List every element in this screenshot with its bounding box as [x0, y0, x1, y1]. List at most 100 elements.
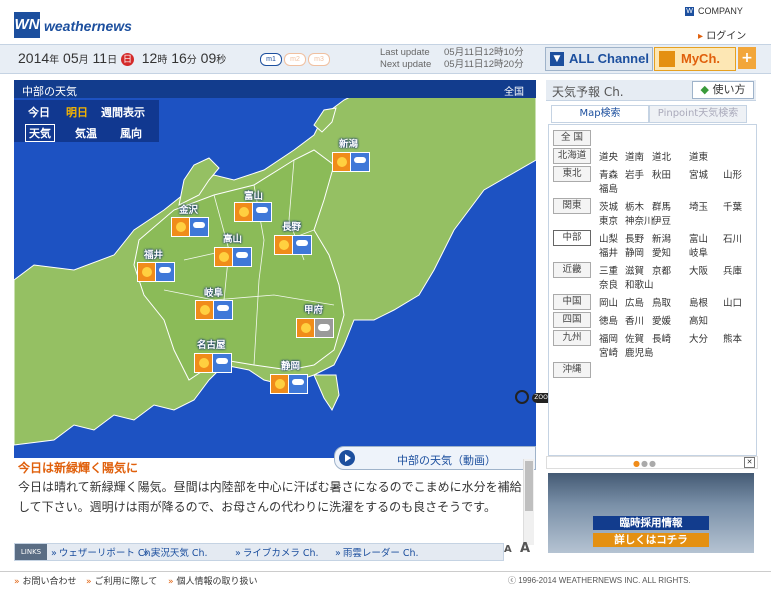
pref-link[interactable]: 東京	[599, 213, 618, 227]
region-button[interactable]: 関東	[553, 198, 591, 214]
pref-link[interactable]: 群馬	[652, 199, 671, 213]
sunny-icon[interactable]	[137, 262, 157, 282]
login-link[interactable]: ▸ ログイン	[698, 27, 746, 42]
pref-link[interactable]: 福島	[599, 181, 618, 195]
cloud-icon[interactable]	[314, 318, 334, 338]
mode-pill-2[interactable]: m2	[284, 53, 306, 66]
logo-mark[interactable]: WN	[14, 12, 40, 38]
zoom-national-button[interactable]: 全国	[504, 83, 524, 98]
pref-link[interactable]: 道東	[689, 149, 708, 163]
pref-link[interactable]: 宮城	[689, 167, 708, 181]
rain-icon[interactable]	[252, 202, 272, 222]
mych-button[interactable]: MyCh.	[654, 47, 736, 71]
tab-weekly[interactable]: 週間表示	[101, 104, 145, 120]
rain-icon[interactable]	[350, 152, 370, 172]
region-button[interactable]: 全 国	[553, 130, 591, 146]
tab-tomorrow[interactable]: 明日	[66, 104, 88, 120]
company-link[interactable]: W COMPANY	[685, 6, 743, 17]
mode-pill-1[interactable]: m1	[260, 53, 282, 66]
rain-icon[interactable]	[292, 235, 312, 255]
region-button[interactable]: 中国	[553, 294, 591, 310]
pref-link[interactable]: 鳥取	[652, 295, 671, 309]
pref-link[interactable]: 広島	[625, 295, 644, 309]
pref-link[interactable]: 道北	[652, 149, 671, 163]
weather-map[interactable]: 中部の天気 全国 今日 明日 週間表示 天気 気温 風向 新潟 富山 金沢 長野…	[14, 80, 536, 458]
text-scrollbar[interactable]	[523, 459, 534, 545]
pref-link[interactable]: 長崎	[652, 331, 671, 345]
footer-link-privacy[interactable]: 個人情報の取り扱い	[168, 574, 258, 587]
tab-weather[interactable]: 天気	[25, 124, 55, 142]
link-live-weather[interactable]: 実況天気 Ch.	[143, 545, 208, 559]
rain-icon[interactable]	[212, 353, 232, 373]
pref-link[interactable]: 鹿児島	[625, 345, 654, 359]
pref-link[interactable]: 福井	[599, 245, 618, 259]
pref-link[interactable]: 岩手	[625, 167, 644, 181]
pref-link[interactable]: 兵庫	[723, 263, 742, 277]
close-icon[interactable]: ✕	[744, 457, 755, 468]
pref-link[interactable]: 新潟	[652, 231, 671, 245]
font-large-button[interactable]: A	[520, 541, 530, 556]
pref-link[interactable]: 滋賀	[625, 263, 644, 277]
tab-map-search[interactable]: Map検索	[551, 105, 649, 123]
pref-link[interactable]: 徳島	[599, 313, 618, 327]
pref-link[interactable]: 石川	[723, 231, 742, 245]
pref-link[interactable]: 千葉	[723, 199, 742, 213]
logo-text[interactable]: weathernews	[44, 18, 132, 34]
pref-link[interactable]: 茨城	[599, 199, 618, 213]
video-button[interactable]: 中部の天気（動画）	[334, 446, 536, 470]
mode-pill-3[interactable]: m3	[308, 53, 330, 66]
sunny-icon[interactable]	[171, 217, 191, 237]
tab-temperature[interactable]: 気温	[75, 125, 97, 141]
region-button[interactable]: 東北	[553, 166, 591, 182]
pref-link[interactable]: 道南	[625, 149, 644, 163]
pref-link[interactable]: 奈良	[599, 277, 618, 291]
pref-link[interactable]: 栃木	[625, 199, 644, 213]
pref-link[interactable]: 京都	[652, 263, 671, 277]
pref-link[interactable]: 道央	[599, 149, 618, 163]
ad-cta[interactable]: 詳しくはコチラ	[593, 533, 709, 547]
region-button[interactable]: 九州	[553, 330, 591, 346]
tab-wind[interactable]: 風向	[120, 125, 142, 141]
footer-link-contact[interactable]: お問い合わせ	[14, 574, 77, 587]
pref-link[interactable]: 伊豆	[652, 213, 671, 227]
pref-link[interactable]: 山形	[723, 167, 742, 181]
tab-today[interactable]: 今日	[28, 104, 50, 120]
pref-link[interactable]: 静岡	[625, 245, 644, 259]
pref-link[interactable]: 山口	[723, 295, 742, 309]
sunny-icon[interactable]	[296, 318, 316, 338]
pref-link[interactable]: 島根	[689, 295, 708, 309]
sunny-icon[interactable]	[332, 152, 352, 172]
sunny-icon[interactable]	[234, 202, 254, 222]
pref-link[interactable]: 愛媛	[652, 313, 671, 327]
rain-icon[interactable]	[288, 374, 308, 394]
sunny-icon[interactable]	[194, 353, 214, 373]
rain-icon[interactable]	[213, 300, 233, 320]
link-rain-radar[interactable]: 雨雲レーダー Ch.	[335, 545, 419, 559]
pref-link[interactable]: 長野	[625, 231, 644, 245]
region-button[interactable]: 沖縄	[553, 362, 591, 378]
pref-link[interactable]: 秋田	[652, 167, 671, 181]
pref-link[interactable]: 山梨	[599, 231, 618, 245]
all-channel-button[interactable]: ▼ ALL Channel	[545, 47, 653, 71]
ad-banner[interactable]: 臨時採用情報 詳しくはコチラ	[548, 473, 754, 553]
pref-link[interactable]: 富山	[689, 231, 708, 245]
pref-link[interactable]: 愛知	[652, 245, 671, 259]
region-button[interactable]: 四国	[553, 312, 591, 328]
sunny-icon[interactable]	[195, 300, 215, 320]
footer-link-terms[interactable]: ご利用に際して	[86, 574, 158, 587]
howto-button[interactable]: ◆ 使い方	[692, 81, 754, 99]
region-button[interactable]: 近畿	[553, 262, 591, 278]
pref-link[interactable]: 熊本	[723, 331, 742, 345]
sunny-icon[interactable]	[274, 235, 294, 255]
pref-link[interactable]: 和歌山	[625, 277, 654, 291]
pref-link[interactable]: 埼玉	[689, 199, 708, 213]
font-small-button[interactable]: A	[504, 544, 512, 555]
region-button[interactable]: 北海道	[553, 148, 591, 164]
tab-pinpoint-search[interactable]: Pinpoint天気検索	[649, 105, 747, 123]
pref-link[interactable]: 大分	[689, 331, 708, 345]
pref-link[interactable]: 佐賀	[625, 331, 644, 345]
pref-link[interactable]: 福岡	[599, 331, 618, 345]
link-live-camera[interactable]: ライブカメラ Ch.	[235, 545, 319, 559]
pref-link[interactable]: 宮崎	[599, 345, 618, 359]
pref-link[interactable]: 大阪	[689, 263, 708, 277]
